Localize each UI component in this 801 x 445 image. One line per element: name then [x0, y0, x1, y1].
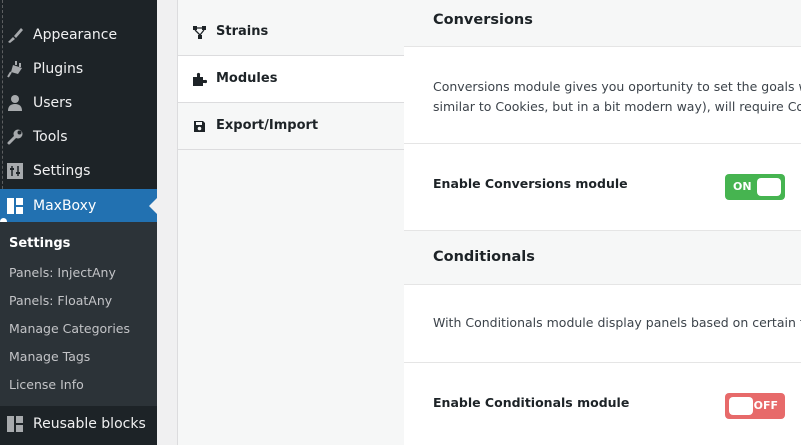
submenu-item-manage-tags[interactable]: Manage Tags — [9, 349, 90, 364]
submenu-item-panels-floatany[interactable]: Panels: FloatAny — [9, 293, 112, 308]
modules-settings-panel: Conversions Conversions module gives you… — [404, 0, 801, 445]
tab-modules[interactable]: Modules — [178, 56, 407, 103]
sidebar-item-maxboxy[interactable]: MaxBoxy — [0, 189, 157, 223]
section-title: Conditionals — [433, 249, 535, 265]
conditionals-section-header: Conditionals — [404, 230, 801, 285]
tab-label: Strains — [216, 24, 269, 39]
save-icon — [192, 119, 207, 134]
tab-label: Export/Import — [216, 118, 319, 133]
blocks-icon — [6, 197, 24, 215]
sidebar-item-users[interactable]: Users — [0, 86, 157, 120]
enable-conditionals-toggle[interactable]: OFF — [725, 393, 785, 419]
sidebar-item-appearance[interactable]: Appearance — [0, 18, 157, 52]
submenu-item-panels-injectany[interactable]: Panels: InjectAny — [9, 265, 116, 280]
toggle-state-text: ON — [733, 180, 752, 193]
strains-icon — [192, 25, 207, 40]
sidebar-item-label: Plugins — [33, 61, 84, 77]
sidebar-item-label: Settings — [33, 163, 91, 179]
section-title: Conversions — [433, 12, 533, 28]
sidebar-item-label: Users — [33, 95, 73, 111]
toggle-state-text: OFF — [753, 399, 778, 412]
puzzle-icon — [192, 72, 208, 87]
wrench-icon — [6, 128, 24, 146]
sidebar-item-label: Reusable blocks — [33, 416, 146, 432]
maxboxy-submenu: Settings Panels: InjectAny Panels: Float… — [0, 222, 157, 406]
tab-label: Modules — [216, 71, 278, 86]
sidebar-item-label: Tools — [33, 129, 68, 145]
sidebar-item-tools[interactable]: Tools — [0, 120, 157, 154]
tab-strains[interactable]: Strains — [178, 9, 405, 56]
enable-conversions-label: Enable Conversions module — [433, 176, 628, 191]
divider — [404, 362, 801, 363]
description-line: Conversions module gives you oportunity … — [433, 79, 801, 94]
description-line: similar to Cookies, but in a bit modern … — [433, 99, 801, 114]
sidebar-item-settings[interactable]: Settings — [0, 154, 157, 188]
blocks-icon — [6, 415, 24, 433]
settings-sliders-icon — [6, 162, 24, 180]
sidebar-item-reusable-blocks[interactable]: Reusable blocks — [0, 406, 157, 445]
conversions-description: Conversions module gives you oportunity … — [433, 77, 801, 117]
plugin-icon — [6, 60, 24, 78]
conversions-section-header: Conversions — [404, 0, 801, 47]
tab-export-import[interactable]: Export/Import — [178, 103, 405, 150]
sidebar-item-label: Appearance — [33, 27, 118, 43]
settings-tab-list: Strains Modules Export/Import — [177, 0, 407, 445]
user-icon — [6, 94, 24, 112]
submenu-item-license-info[interactable]: License Info — [9, 377, 84, 392]
submenu-item-manage-categories[interactable]: Manage Categories — [9, 321, 130, 336]
sidebar-item-label: MaxBoxy — [33, 198, 97, 214]
sidebar-item-plugins[interactable]: Plugins — [0, 52, 157, 86]
enable-conditionals-label: Enable Conditionals module — [433, 395, 630, 410]
divider — [404, 143, 801, 144]
toggle-knob — [757, 178, 781, 196]
submenu-item-settings[interactable]: Settings — [9, 236, 70, 251]
paintbrush-icon — [6, 26, 24, 44]
toggle-knob — [729, 397, 753, 415]
conditionals-description: With Conditionals module display panels … — [433, 315, 801, 330]
enable-conversions-toggle[interactable]: ON — [725, 174, 785, 200]
admin-sidebar: Appearance Plugins Users Tools Settings … — [0, 0, 157, 445]
